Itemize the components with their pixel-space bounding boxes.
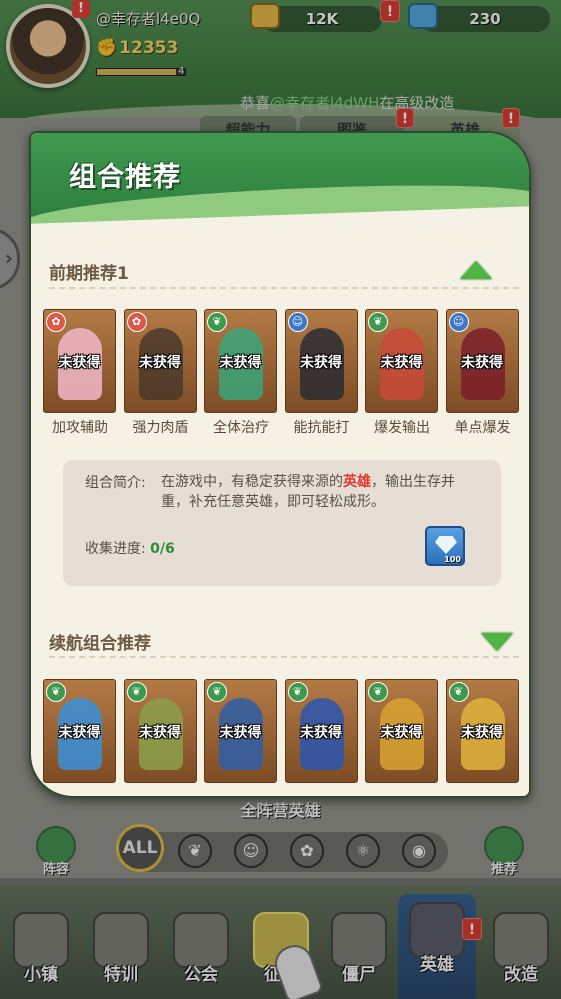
- leaf-icon: ❦: [368, 682, 388, 702]
- hero-card[interactable]: ✿ 未获得: [43, 309, 116, 413]
- section-sustain-title: 续航组合推荐: [49, 634, 151, 654]
- hero-card[interactable]: ✿ 未获得: [123, 309, 197, 413]
- hero-card[interactable]: ❦ 未获得: [43, 679, 116, 783]
- leaf-icon: ❦: [126, 682, 147, 702]
- leaf-icon: ❦: [448, 682, 469, 702]
- hero-role-label: 单点爆发: [454, 420, 511, 436]
- hero-card[interactable]: ❦ 未获得: [445, 679, 519, 783]
- intro-label: 组合简介:: [85, 475, 146, 491]
- paw-icon: ✿: [126, 312, 147, 332]
- leaf-icon: ❦: [46, 682, 66, 702]
- hero-status: 未获得: [300, 725, 342, 741]
- collection-progress: 收集进度: 0/6: [85, 541, 175, 557]
- reward-quantity: 100: [444, 555, 461, 564]
- reward-gem-item[interactable]: 100: [425, 526, 465, 566]
- hero-status: 未获得: [219, 355, 262, 371]
- face-icon: ☺: [287, 312, 308, 332]
- leaf-icon: ❦: [207, 312, 227, 332]
- hero-status: 未获得: [380, 725, 423, 741]
- gem-icon: [435, 536, 457, 554]
- hero-status: 未获得: [58, 725, 101, 741]
- hero-role-label: 加攻辅助: [52, 420, 108, 436]
- face-icon: ☺: [448, 312, 469, 332]
- hero-card[interactable]: ❦ 未获得: [204, 309, 277, 413]
- divider: [49, 287, 519, 289]
- hero-card[interactable]: ❦ 未获得: [284, 679, 358, 783]
- hero-role-label: 强力肉盾: [132, 420, 189, 436]
- hero-status: 未获得: [219, 725, 262, 741]
- leaf-icon: ❦: [368, 312, 388, 332]
- modal-title: 组合推荐: [69, 162, 181, 193]
- hero-card[interactable]: ❦ 未获得: [365, 309, 438, 413]
- expand-arrow-icon[interactable]: [481, 633, 513, 651]
- intro-text: 在游戏中，有稳定获得来源的英雄，输出生存并重，补充任意英雄，即可轻松成形。: [161, 474, 455, 510]
- hero-status: 未获得: [300, 355, 342, 371]
- hero-status: 未获得: [461, 725, 503, 741]
- hero-status: 未获得: [58, 355, 101, 371]
- hero-card[interactable]: ❦ 未获得: [123, 679, 197, 783]
- hero-card[interactable]: ❦ 未获得: [365, 679, 438, 783]
- section-early-title: 前期推荐1: [49, 264, 129, 284]
- divider: [49, 656, 519, 658]
- combo-intro-box: 组合简介: 在游戏中，有稳定获得来源的英雄，输出生存并重，补充任意英雄，即可轻松…: [63, 460, 501, 586]
- combo-recommend-modal: 组合推荐 前期推荐1 ✿ 未获得 加攻辅助 ✿ 未获得 强力肉盾 ❦ 未获得 全体治疗 ☺ 未获得能…: [29, 131, 531, 798]
- hero-role-label: 能抗能打: [293, 420, 350, 436]
- hero-card[interactable]: ☺ 未获得: [445, 309, 519, 413]
- hero-card[interactable]: ☺ 未获得: [284, 309, 358, 413]
- hero-card[interactable]: ❦ 未获得: [204, 679, 277, 783]
- paw-icon: ✿: [46, 312, 66, 332]
- leaf-icon: ❦: [207, 682, 227, 702]
- hero-status: 未获得: [461, 355, 503, 371]
- hero-status: 未获得: [380, 355, 423, 371]
- hero-role-label: 全体治疗: [213, 420, 269, 436]
- leaf-icon: ❦: [287, 682, 308, 702]
- hero-status: 未获得: [139, 725, 181, 741]
- collapse-arrow-icon[interactable]: [460, 261, 492, 279]
- hero-status: 未获得: [139, 355, 181, 371]
- hero-role-label: 爆发输出: [374, 420, 430, 436]
